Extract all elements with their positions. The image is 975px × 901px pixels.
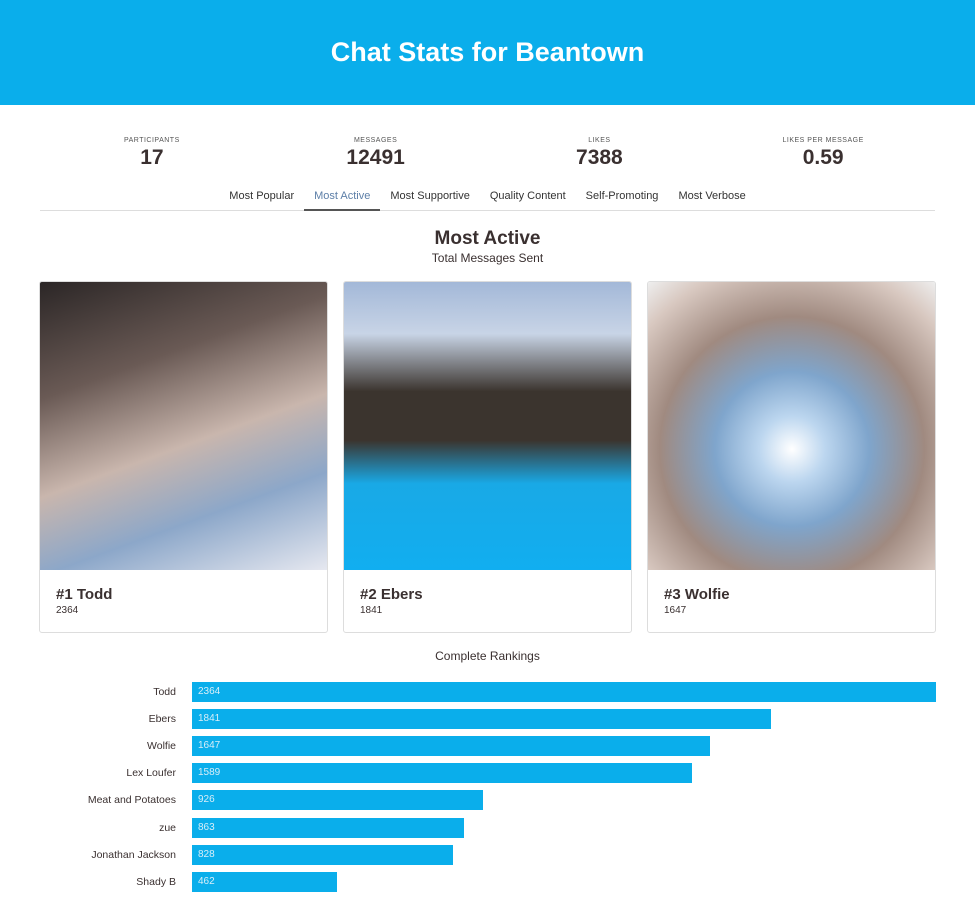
avatar-photo bbox=[344, 282, 631, 570]
tab-most-verbose[interactable]: Most Verbose bbox=[668, 185, 755, 210]
ranking-name: Ebers bbox=[148, 712, 176, 725]
ranking-row: Todd 2364 bbox=[0, 678, 975, 705]
ranking-row: zue 863 bbox=[0, 814, 975, 841]
ranking-bar: 2364 bbox=[192, 681, 936, 702]
page-header: Chat Stats for Beantown bbox=[0, 0, 975, 105]
tab-quality-content[interactable]: Quality Content bbox=[480, 185, 576, 210]
winner-card: #3 Wolfie 1647 bbox=[647, 281, 936, 633]
stat-value: 12491 bbox=[346, 146, 405, 169]
top-three: #1 Todd 2364 #2 Ebers 1841 #3 Wolfie 164… bbox=[39, 281, 936, 633]
stats-summary: PARTICIPANTS 17 MESSAGES 12491 LIKES 738… bbox=[40, 137, 935, 170]
stat-label: MESSAGES bbox=[353, 137, 398, 144]
tab-self-promoting[interactable]: Self-Promoting bbox=[576, 185, 669, 210]
ranking-name: Meat and Potatoes bbox=[87, 794, 176, 807]
stat-value: 17 bbox=[140, 146, 164, 169]
winner-name: #3 Wolfie bbox=[664, 586, 730, 603]
tab-most-active[interactable]: Most Active bbox=[304, 185, 381, 211]
rankings-chart: Todd 2364 Ebers 1841 Wolfie 1647 Lex Loufer 158… bbox=[0, 678, 975, 896]
ranking-bar: 1589 bbox=[192, 763, 693, 784]
stat-value: 7388 bbox=[576, 146, 623, 169]
tab-most-supportive[interactable]: Most Supportive bbox=[380, 185, 479, 210]
ranking-name: Lex Loufer bbox=[126, 767, 176, 780]
ranking-row: Meat and Potatoes 926 bbox=[0, 787, 975, 814]
stat-label: LIKES PER MESSAGE bbox=[782, 137, 864, 144]
page-title: Chat Stats for Beantown bbox=[330, 37, 645, 67]
tab-most-popular[interactable]: Most Popular bbox=[219, 185, 304, 210]
ranking-bar: 1841 bbox=[192, 708, 772, 729]
stat-value: 0.59 bbox=[802, 146, 844, 169]
ranking-row: Jonathan Jackson 828 bbox=[0, 841, 975, 868]
winner-value: 1841 bbox=[360, 605, 383, 616]
section-subtitle: Total Messages Sent bbox=[431, 251, 544, 265]
ranking-row: Shady B 462 bbox=[0, 868, 975, 895]
winner-value: 1647 bbox=[664, 605, 687, 616]
winner-card: #2 Ebers 1841 bbox=[343, 281, 632, 633]
avatar-photo bbox=[40, 282, 327, 570]
category-tabs: Most Popular Most Active Most Supportive… bbox=[40, 185, 935, 211]
avatar-photo bbox=[648, 282, 935, 570]
ranking-name: Todd bbox=[153, 685, 176, 698]
section-title: Most Active bbox=[434, 228, 541, 249]
stat-label: PARTICIPANTS bbox=[123, 137, 180, 144]
winner-name: #1 Todd bbox=[56, 586, 113, 603]
winner-value: 2364 bbox=[56, 605, 79, 616]
stat-likes-per-message: LIKES PER MESSAGE 0.59 bbox=[711, 137, 935, 170]
ranking-bar: 863 bbox=[192, 817, 464, 838]
winner-card: #1 Todd 2364 bbox=[39, 281, 328, 633]
ranking-name: Shady B bbox=[136, 875, 176, 888]
stat-participants: PARTICIPANTS 17 bbox=[40, 137, 264, 170]
ranking-bar: 462 bbox=[192, 871, 338, 892]
winner-name: #2 Ebers bbox=[360, 586, 423, 603]
stat-messages: MESSAGES 12491 bbox=[264, 137, 488, 170]
ranking-row: Wolfie 1647 bbox=[0, 732, 975, 759]
ranking-name: zue bbox=[159, 821, 176, 834]
rankings-title: Complete Rankings bbox=[435, 649, 540, 663]
ranking-row: Lex Loufer 1589 bbox=[0, 760, 975, 787]
ranking-name: Wolfie bbox=[147, 739, 176, 752]
ranking-bar: 1647 bbox=[192, 735, 711, 756]
stat-likes: LIKES 7388 bbox=[488, 137, 712, 170]
ranking-bar: 926 bbox=[192, 790, 484, 811]
stat-label: LIKES bbox=[588, 137, 611, 144]
ranking-row: Ebers 1841 bbox=[0, 705, 975, 732]
ranking-bar: 828 bbox=[192, 844, 453, 865]
ranking-name: Jonathan Jackson bbox=[91, 848, 176, 861]
